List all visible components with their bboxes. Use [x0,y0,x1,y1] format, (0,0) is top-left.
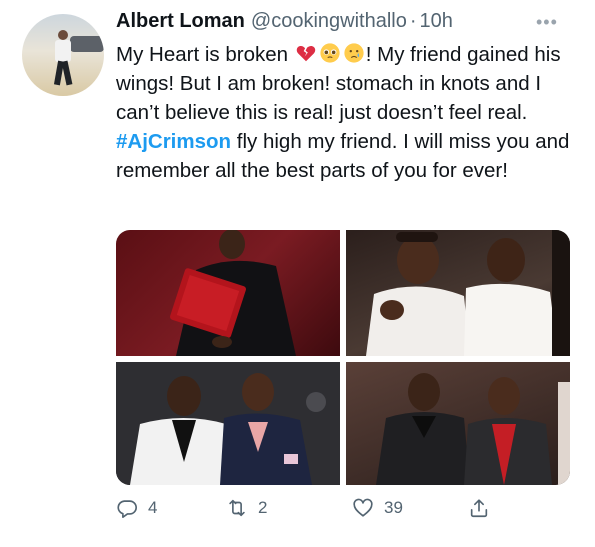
pleading-face-emoji [320,43,340,63]
retweet-count: 2 [258,498,268,517]
author-name[interactable]: Albert Loman [116,10,245,33]
hashtag-link[interactable]: #AjCrimson [116,130,231,153]
tweet-text: My Heart is broken ! My friend gained hi… [116,40,586,185]
share-button[interactable] [468,497,490,519]
two-men-in-suits-photo[interactable] [116,362,340,485]
two-men-at-party-photo[interactable] [346,362,570,485]
photo-1-illustration [170,230,296,356]
tweet-header: Albert Loman @cookingwithallo · 10h [116,10,453,36]
media-grid [116,230,570,485]
avatar-car [70,36,104,52]
avatar[interactable] [22,14,104,96]
tweet-timestamp[interactable]: 10h [420,10,453,33]
photo-3-illustration [116,362,340,485]
tweet[interactable]: Albert Loman @cookingwithallo · 10h ••• … [0,0,595,547]
two-men-in-white-shirts-photo[interactable] [346,230,570,356]
broken-heart-emoji [296,45,315,62]
photo-4-illustration [376,373,570,485]
like-button[interactable]: 39 [352,497,403,519]
avatar-figure-head [58,30,68,40]
avatar-figure-leg [61,60,73,86]
avatar-figure-body [55,40,71,62]
crying-face-emoji [344,43,364,63]
tweet-text-part1: My Heart is broken [116,43,289,66]
reply-button[interactable]: 4 [116,497,157,519]
like-count: 39 [384,498,403,517]
man-in-black-with-red-box-photo[interactable] [116,230,340,356]
reply-icon [117,500,137,518]
like-icon [353,498,373,517]
reply-count: 4 [148,498,158,517]
more-options-icon[interactable]: ••• [536,12,558,33]
header-separator: · [409,10,417,32]
tweet-actions: 4 2 39 [116,497,496,527]
share-icon [470,499,488,518]
retweet-button[interactable]: 2 [226,497,267,519]
author-handle[interactable]: @cookingwithallo [251,10,407,33]
photo-2-illustration [366,230,570,356]
retweet-icon [229,499,245,517]
